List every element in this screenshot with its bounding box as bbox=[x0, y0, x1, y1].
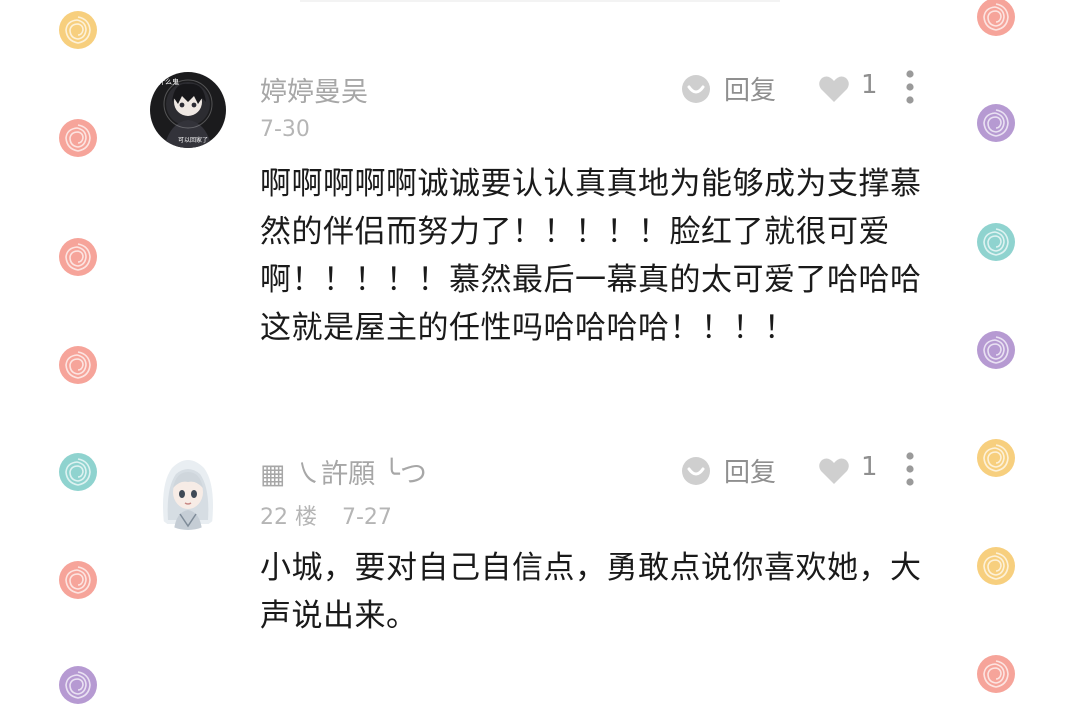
reply-button[interactable]: 回复 bbox=[724, 70, 776, 107]
decorative-dot bbox=[976, 654, 1016, 694]
like-count: 1 bbox=[861, 452, 878, 482]
comment-text: 啊啊啊啊啊诚诚要认认真真地为能够成为支撑慕然的伴侣而努力了！！！！！脸红了就很可… bbox=[260, 166, 922, 346]
decorative-dot bbox=[976, 103, 1016, 143]
reply-icon[interactable] bbox=[680, 73, 712, 105]
more-options-icon[interactable] bbox=[904, 451, 916, 487]
comment-actions: 回复 1 bbox=[680, 451, 930, 491]
comment-meta: 22 楼 7-27 bbox=[260, 499, 410, 531]
decorative-dot bbox=[58, 10, 98, 50]
comment-meta: 7-30 bbox=[260, 117, 328, 142]
decorative-dot bbox=[976, 330, 1016, 370]
decorative-dot bbox=[58, 665, 98, 705]
top-divider bbox=[300, 0, 780, 2]
heart-icon[interactable] bbox=[818, 75, 850, 103]
comment-text: 小城，要对自己自信点，勇敢点说你喜欢她，大声说出来。 bbox=[260, 550, 922, 634]
username[interactable]: 婷婷曼吴 bbox=[260, 70, 368, 109]
decorative-dot bbox=[58, 560, 98, 600]
reply-button[interactable]: 回复 bbox=[724, 452, 776, 489]
avatar[interactable]: 什么鬼 可以回家了 bbox=[150, 72, 226, 148]
like-count: 1 bbox=[861, 70, 878, 100]
reply-icon[interactable] bbox=[680, 455, 712, 487]
decorative-dot bbox=[58, 345, 98, 385]
decorative-dot bbox=[58, 237, 98, 277]
avatar[interactable] bbox=[150, 454, 226, 530]
comment-date: 7-27 bbox=[342, 505, 392, 530]
decorative-dot bbox=[976, 438, 1016, 478]
decorative-dot bbox=[976, 222, 1016, 262]
decorative-dot bbox=[58, 452, 98, 492]
floor-number: 22 楼 bbox=[260, 505, 317, 530]
decorative-dot bbox=[976, 0, 1016, 37]
decorative-dot bbox=[58, 118, 98, 158]
heart-icon[interactable] bbox=[818, 457, 850, 485]
comment-date: 7-30 bbox=[260, 117, 310, 142]
more-options-icon[interactable] bbox=[904, 69, 916, 105]
svg-text:什么鬼: 什么鬼 bbox=[158, 77, 179, 86]
username[interactable]: ▦ ㇏許願 ╰つ bbox=[260, 452, 427, 491]
comment-actions: 回复 1 bbox=[680, 69, 930, 109]
decorative-dot bbox=[976, 546, 1016, 586]
svg-text:可以回家了: 可以回家了 bbox=[178, 136, 208, 144]
